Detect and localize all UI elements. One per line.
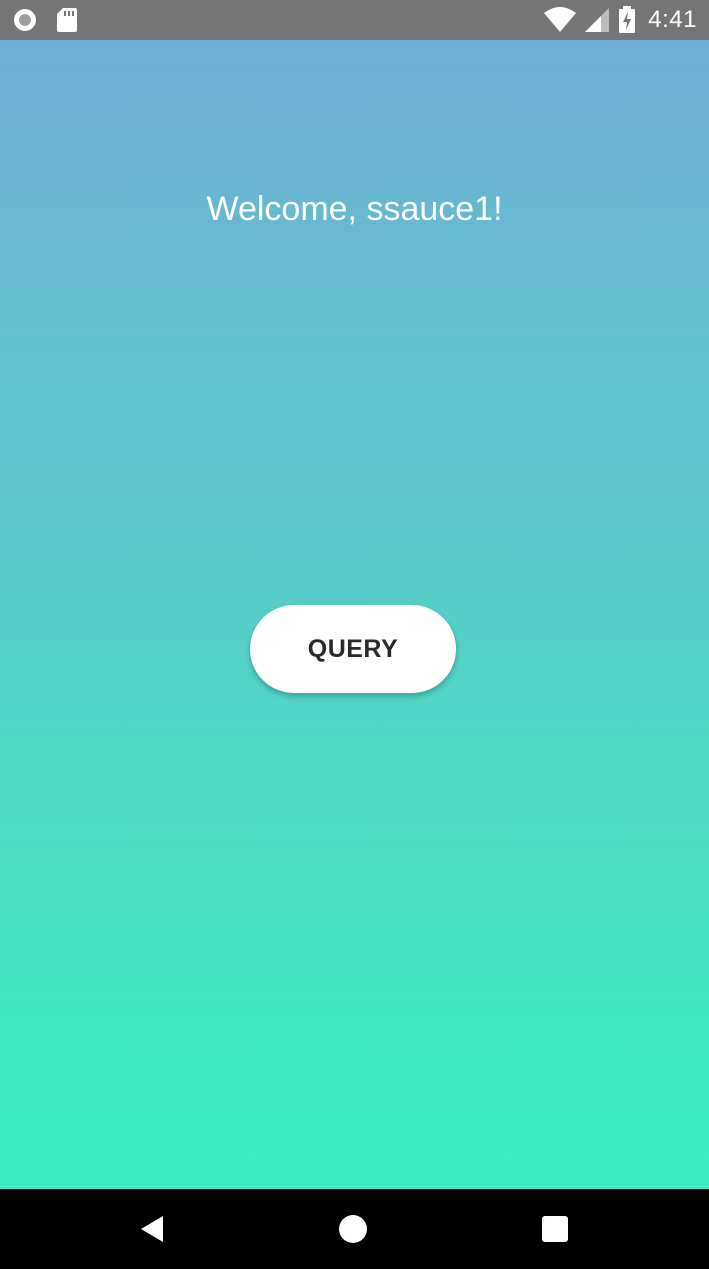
app-content: Welcome, ssauce1! QUERY <box>0 40 709 1189</box>
status-right-icons: 4:41 <box>544 6 697 34</box>
sync-circle-icon <box>12 7 38 33</box>
sd-card-icon <box>56 7 78 33</box>
wifi-icon <box>544 7 577 33</box>
status-time: 4:41 <box>648 6 697 33</box>
battery-charging-icon <box>618 6 636 34</box>
home-icon[interactable] <box>333 1209 373 1249</box>
back-icon[interactable] <box>132 1209 172 1249</box>
navigation-bar <box>0 1189 709 1269</box>
recents-icon[interactable] <box>535 1209 575 1249</box>
query-button[interactable]: QUERY <box>250 605 456 693</box>
status-bar: 4:41 <box>0 0 709 40</box>
status-left-icons <box>12 6 78 34</box>
welcome-message: Welcome, ssauce1! <box>206 190 503 228</box>
android-screen: 4:41 Welcome, ssauce1! QUERY <box>0 0 709 1269</box>
cellular-signal-icon <box>584 7 610 33</box>
